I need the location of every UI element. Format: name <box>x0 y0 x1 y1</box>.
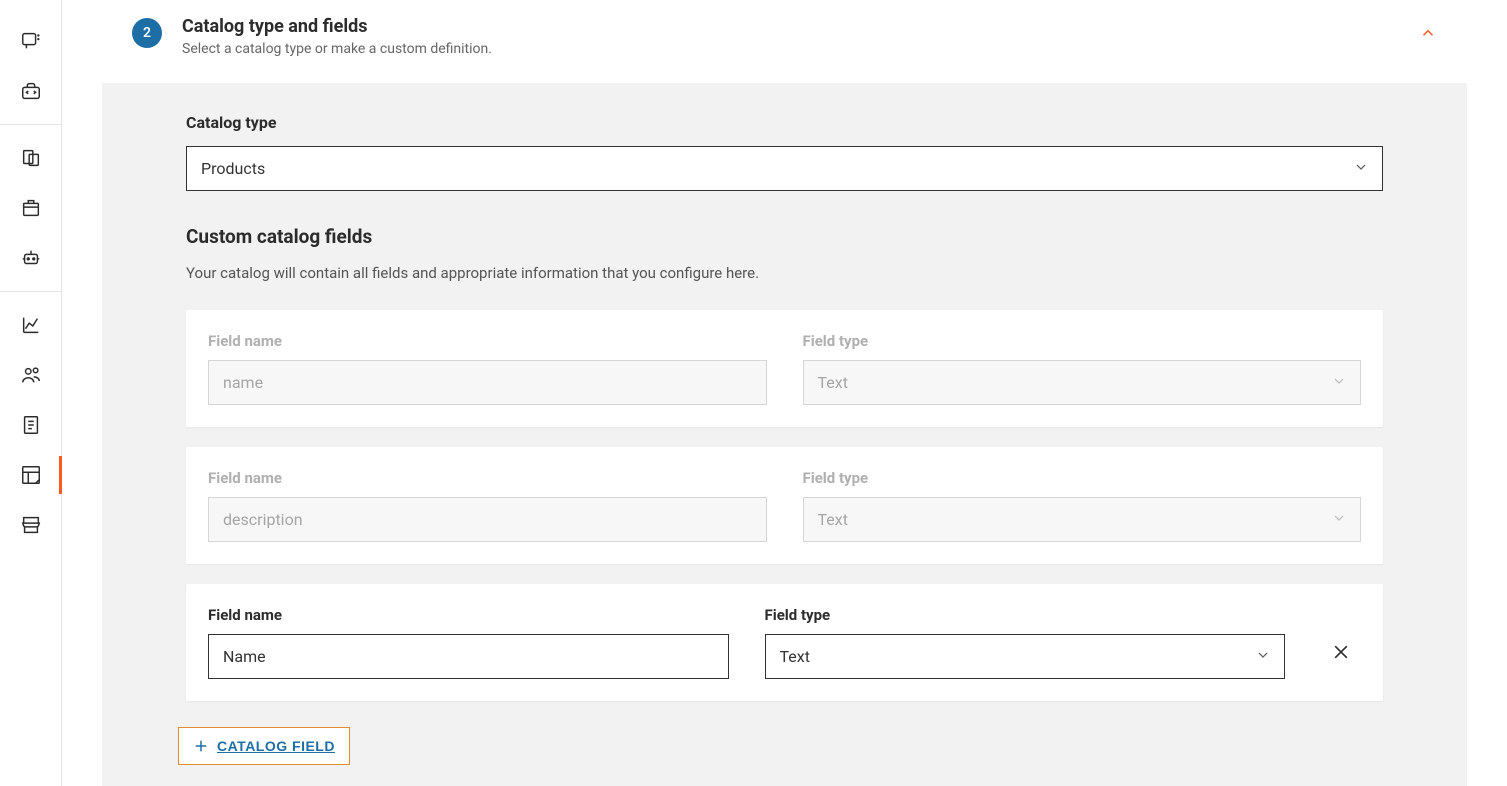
chart-line-icon[interactable] <box>0 300 62 350</box>
add-button-label: CATALOG FIELD <box>217 738 335 754</box>
package-icon[interactable] <box>0 183 62 233</box>
chat-icon[interactable] <box>0 16 62 66</box>
robot-icon[interactable] <box>0 233 62 283</box>
step-subtitle: Select a catalog type or make a custom d… <box>182 41 492 57</box>
layout-icon[interactable] <box>0 450 62 500</box>
step-panel: Catalog type Custom catalog fields Your … <box>102 83 1467 786</box>
field-type-label: Field type <box>803 332 1362 350</box>
custom-fields-heading: Custom catalog fields <box>186 225 1383 248</box>
collapse-toggle[interactable] <box>1419 24 1437 46</box>
content: 2 Catalog type and fields Select a catal… <box>62 0 1507 786</box>
document-icon[interactable] <box>0 400 62 450</box>
step-titles: Catalog type and fields Select a catalog… <box>182 16 492 57</box>
sidebar-divider <box>0 124 62 125</box>
field-name-label: Field name <box>208 606 729 624</box>
step-number-badge: 2 <box>132 18 162 48</box>
field-name-input <box>208 497 767 542</box>
toolbox-code-icon[interactable] <box>0 66 62 116</box>
step-title: Catalog type and fields <box>182 16 492 37</box>
users-icon[interactable] <box>0 350 62 400</box>
plus-icon <box>193 738 209 754</box>
stack-icon[interactable] <box>0 133 62 183</box>
field-type-label: Field type <box>765 606 1286 624</box>
field-name-label: Field name <box>208 469 767 487</box>
sidebar <box>0 0 62 786</box>
add-catalog-field-button[interactable]: CATALOG FIELD <box>178 727 350 765</box>
close-icon <box>1331 642 1351 662</box>
field-type-select <box>803 497 1362 542</box>
step-header: 2 Catalog type and fields Select a catal… <box>102 0 1467 83</box>
storefront-icon[interactable] <box>0 500 62 550</box>
field-type-label: Field type <box>803 469 1362 487</box>
custom-fields-description: Your catalog will contain all fields and… <box>186 264 1383 282</box>
field-name-input[interactable] <box>208 634 729 679</box>
catalog-type-select[interactable] <box>186 146 1383 191</box>
catalog-type-label: Catalog type <box>186 113 1383 132</box>
main-scroll[interactable]: 2 Catalog type and fields Select a catal… <box>62 0 1507 786</box>
field-type-select <box>803 360 1362 405</box>
sidebar-divider <box>0 291 62 292</box>
field-row: Field name Field type <box>186 310 1383 427</box>
field-name-label: Field name <box>208 332 767 350</box>
remove-field-button[interactable] <box>1325 636 1357 671</box>
field-row: Field name Field type <box>186 447 1383 564</box>
field-type-select[interactable] <box>765 634 1286 679</box>
field-name-input <box>208 360 767 405</box>
catalog-type-select-wrap <box>186 146 1383 191</box>
field-row: Field name Field type <box>186 584 1383 701</box>
